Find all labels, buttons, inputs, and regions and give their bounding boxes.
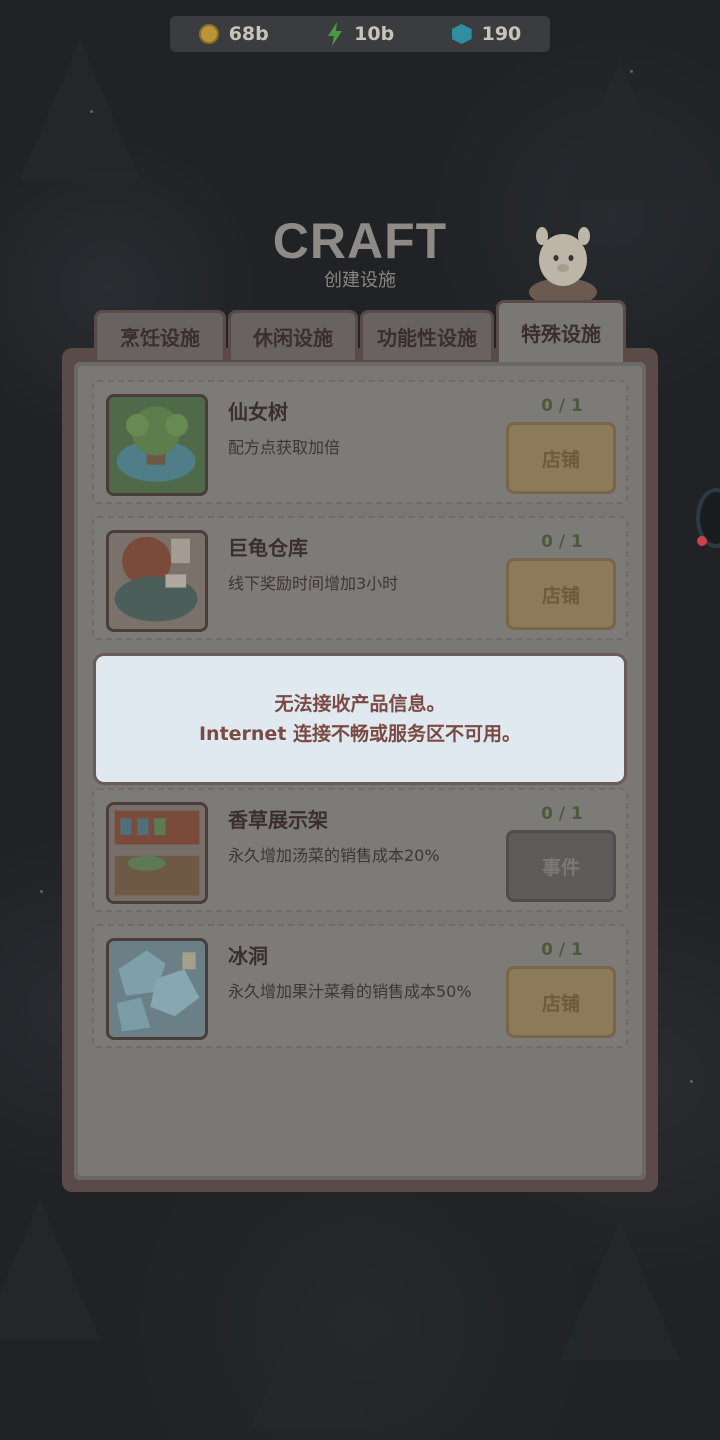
tab-special[interactable]: 特殊设施 <box>496 300 626 362</box>
tab-label: 功能性设施 <box>377 326 477 350</box>
error-toast: 无法接收产品信息。 Internet 连接不畅或服务区不可用。 <box>96 656 624 782</box>
facility-card: 香草展示架 永久增加汤菜的销售成本20% 0 / 1 事件 <box>92 788 628 912</box>
button-label: 店铺 <box>541 448 580 471</box>
alpaca-mascot-icon <box>529 227 597 304</box>
coin-icon <box>198 24 219 44</box>
facility-card: 巨龟仓库 线下奖励时间增加3小时 0 / 1 店铺 <box>92 516 628 640</box>
page-subtitle: 创建设施 <box>324 270 396 291</box>
shop-button[interactable]: 店铺 <box>506 966 616 1038</box>
button-label: 事件 <box>541 856 580 879</box>
energy-counter[interactable]: 10b <box>326 22 394 46</box>
currency-bar: 68b 10b 190 <box>170 16 550 52</box>
turtle-warehouse-icon <box>106 530 208 632</box>
facility-count: 0 / 1 <box>541 940 583 960</box>
tab-functional[interactable]: 功能性设施 <box>360 310 494 360</box>
ice-cave-icon <box>106 938 208 1040</box>
lightning-icon <box>328 22 343 46</box>
page-title: CRAFT <box>272 213 448 269</box>
sparkle <box>690 1080 693 1083</box>
gem-amount: 190 <box>481 23 522 45</box>
tab-label: 烹饪设施 <box>120 326 200 350</box>
tab-leisure[interactable]: 休闲设施 <box>228 310 358 360</box>
button-label: 店铺 <box>541 992 580 1015</box>
facility-count: 0 / 1 <box>541 804 583 824</box>
button-label: 店铺 <box>541 584 580 607</box>
sparkle <box>630 70 633 73</box>
facility-name: 香草展示架 <box>228 808 328 832</box>
facility-description: 线下奖励时间增加3小时 <box>228 574 399 593</box>
gem-counter[interactable]: 190 <box>451 23 522 45</box>
facility-name: 冰洞 <box>228 944 268 968</box>
tab-label: 特殊设施 <box>521 322 601 346</box>
background-tree <box>250 1290 370 1430</box>
sparkle <box>40 890 43 893</box>
background-tree <box>0 1200 100 1340</box>
gem-icon <box>451 24 472 44</box>
facility-description: 配方点获取加倍 <box>228 438 341 457</box>
background-tree <box>560 60 680 200</box>
notification-dot <box>697 536 707 546</box>
toast-line-1: 无法接收产品信息。 <box>274 693 446 715</box>
toast-line-2: Internet 连接不畅或服务区不可用。 <box>198 723 522 745</box>
facility-card: 仙女树 配方点获取加倍 0 / 1 店铺 <box>92 380 628 504</box>
herb-shelf-icon <box>106 802 208 904</box>
tab-label: 休闲设施 <box>253 326 333 350</box>
facility-name: 仙女树 <box>228 400 288 424</box>
facility-count: 0 / 1 <box>541 532 583 552</box>
coin-amount: 68b <box>228 23 269 45</box>
event-button[interactable]: 事件 <box>506 830 616 902</box>
background-tree <box>20 40 140 180</box>
shop-button[interactable]: 店铺 <box>506 558 616 630</box>
facility-description: 永久增加汤菜的销售成本20% <box>228 846 440 865</box>
facility-description: 永久增加果汁菜肴的销售成本50% <box>228 982 472 1001</box>
energy-amount: 10b <box>354 23 395 45</box>
tab-cooking[interactable]: 烹饪设施 <box>94 310 226 360</box>
facility-name: 巨龟仓库 <box>228 536 308 560</box>
facility-count: 0 / 1 <box>541 396 583 416</box>
shop-button[interactable]: 店铺 <box>506 422 616 494</box>
background-tree <box>560 1220 680 1360</box>
fairy-tree-icon <box>106 394 208 496</box>
facility-card: 冰洞 永久增加果汁菜肴的销售成本50% 0 / 1 店铺 <box>92 924 628 1048</box>
coin-counter[interactable]: 68b <box>198 23 269 45</box>
sparkle <box>90 110 93 113</box>
